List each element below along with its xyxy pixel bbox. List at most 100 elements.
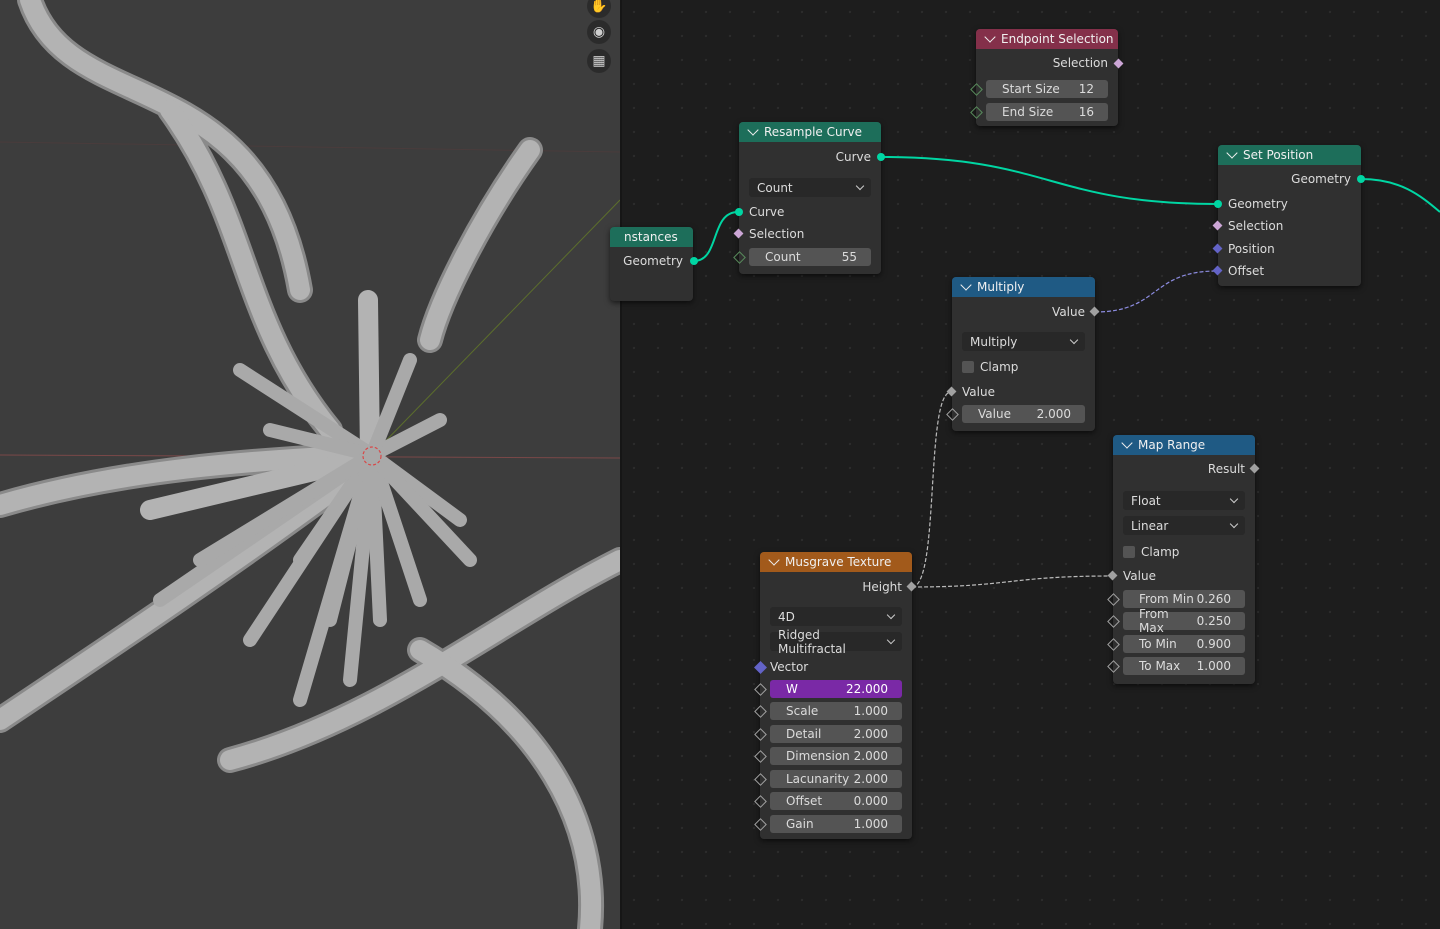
collapse-chevron-icon[interactable] <box>1121 437 1133 449</box>
from-min-field[interactable]: From Min 0.260 <box>1123 590 1245 608</box>
dimension-field[interactable]: Dimension 2.000 <box>770 747 902 765</box>
field-text: End Size <box>1002 105 1054 119</box>
node-header[interactable]: nstances <box>610 227 693 247</box>
to-min-field[interactable]: To Min 0.900 <box>1123 635 1245 653</box>
musgrave-type-dropdown[interactable]: Ridged Multifractal <box>770 628 902 656</box>
chevron-down-icon <box>1229 519 1239 529</box>
socket-label: Geometry <box>1228 197 1288 211</box>
field-text: Clamp <box>980 360 1019 374</box>
count-field[interactable]: Count 55 <box>749 248 871 266</box>
geometry-socket-out[interactable] <box>690 257 698 265</box>
node-instances[interactable]: nstances Geometry <box>610 227 698 301</box>
node-header[interactable]: Map Range <box>1113 435 1255 455</box>
field-text: From Max <box>1139 607 1169 635</box>
end-size-field[interactable]: End Size 16 <box>986 103 1108 121</box>
scale-field[interactable]: Scale 1.000 <box>770 702 902 720</box>
node-set-position[interactable]: Set Position Geometry Geometry Selection… <box>1212 145 1365 286</box>
gain-field[interactable]: Gain 1.000 <box>770 815 902 833</box>
node-resample-curve[interactable]: Resample Curve Curve Count Curve Selecti… <box>733 122 885 274</box>
node-header[interactable]: Endpoint Selection <box>976 29 1118 49</box>
clamp-checkbox[interactable]: Clamp <box>1123 542 1179 562</box>
node-header[interactable]: Musgrave Texture <box>760 552 912 572</box>
data-type-dropdown[interactable]: Float <box>1123 491 1245 510</box>
socket-label: Selection <box>749 227 805 241</box>
field-text: 2.000 <box>853 749 888 763</box>
value-field[interactable]: Value 2.000 <box>962 405 1085 423</box>
socket-label: Value <box>962 385 995 399</box>
node-title: Set Position <box>1243 148 1314 162</box>
w-field[interactable]: W 22.000 <box>770 680 902 698</box>
from-max-field[interactable]: From Max 0.250 <box>1123 607 1245 635</box>
node-header[interactable]: Multiply <box>952 277 1095 297</box>
camera-icon[interactable]: ◉ <box>587 20 611 44</box>
chevron-down-icon <box>1069 335 1079 345</box>
node-header[interactable]: Set Position <box>1218 145 1361 165</box>
field-text: Count <box>757 180 793 195</box>
field-text: Count <box>765 250 801 264</box>
interpolation-dropdown[interactable]: Linear <box>1123 516 1245 535</box>
mode-dropdown[interactable]: Count <box>749 178 871 197</box>
operation-dropdown[interactable]: Multiply <box>962 332 1085 351</box>
grid-icon[interactable]: ▦ <box>587 49 611 73</box>
node-title: Endpoint Selection <box>1001 32 1114 46</box>
socket-label: Value <box>1052 305 1085 319</box>
start-size-field[interactable]: Start Size 12 <box>986 80 1108 98</box>
field-text: To Min <box>1139 637 1177 651</box>
node-endpoint-selection[interactable]: Endpoint Selection Selection Start Size 1… <box>970 29 1124 126</box>
3d-viewport[interactable]: ✋ ◉ ▦ <box>0 0 620 929</box>
geometry-socket-out[interactable] <box>1357 175 1365 183</box>
socket-label: Value <box>1123 569 1156 583</box>
socket-label: Vector <box>770 660 809 674</box>
clamp-checkbox[interactable]: Clamp <box>962 357 1018 377</box>
node-musgrave-texture[interactable]: Musgrave Texture Height 4D Ridged Multif… <box>754 552 917 839</box>
field-text: 1.000 <box>853 704 888 718</box>
field-text: Start Size <box>1002 82 1060 96</box>
socket-label: Geometry <box>623 254 683 268</box>
curve-socket-out[interactable] <box>877 153 885 161</box>
curve-socket-in[interactable] <box>735 208 743 216</box>
field-text: Offset <box>786 794 823 808</box>
field-text: Value <box>978 407 1011 421</box>
collapse-chevron-icon[interactable] <box>960 279 972 291</box>
field-text: Lacunarity <box>786 772 850 786</box>
field-text: 2.000 <box>853 772 888 786</box>
collapse-chevron-icon[interactable] <box>984 31 996 43</box>
field-text: 55 <box>841 250 857 264</box>
collapse-chevron-icon[interactable] <box>1226 147 1238 159</box>
node-header[interactable]: Resample Curve <box>739 122 881 142</box>
field-text: 1.000 <box>853 817 888 831</box>
field-text: 12 <box>1078 82 1094 96</box>
node-multiply[interactable]: Multiply Value Multiply Clamp Value Valu… <box>946 277 1100 431</box>
field-text: Clamp <box>1141 545 1180 559</box>
socket-label: Offset <box>1228 264 1265 278</box>
node-title: Map Range <box>1138 438 1206 452</box>
field-text: 0.260 <box>1196 592 1231 606</box>
to-max-field[interactable]: To Max 1.000 <box>1123 657 1245 675</box>
collapse-chevron-icon[interactable] <box>747 124 759 136</box>
geometry-socket-in[interactable] <box>1214 200 1222 208</box>
node-title: Resample Curve <box>764 125 863 139</box>
field-text: Detail <box>786 727 822 741</box>
lacunarity-field[interactable]: Lacunarity 2.000 <box>770 770 902 788</box>
checkbox[interactable] <box>1123 546 1135 558</box>
socket-label: Height <box>862 580 902 594</box>
checkbox[interactable] <box>962 361 974 373</box>
node-map-range[interactable]: Map Range Result Float Linear Clamp Valu… <box>1107 435 1260 684</box>
field-text: Multiply <box>970 334 1018 349</box>
collapse-chevron-icon[interactable] <box>768 554 780 566</box>
field-text: Float <box>1131 493 1161 508</box>
offset-field[interactable]: Offset 0.000 <box>770 792 902 810</box>
field-text: W <box>786 682 798 696</box>
field-text: Dimension <box>786 749 850 763</box>
dimensions-dropdown[interactable]: 4D <box>770 607 902 626</box>
field-text: 1.000 <box>1196 659 1231 673</box>
detail-field[interactable]: Detail 2.000 <box>770 725 902 743</box>
field-text: 0.900 <box>1196 637 1231 651</box>
field-text: To Max <box>1139 659 1181 673</box>
field-text: 4D <box>778 609 795 624</box>
chevron-down-icon <box>855 181 865 191</box>
field-text: 2.000 <box>853 727 888 741</box>
chevron-down-icon <box>886 610 896 620</box>
field-text: Gain <box>786 817 814 831</box>
socket-label: Geometry <box>1291 172 1351 186</box>
